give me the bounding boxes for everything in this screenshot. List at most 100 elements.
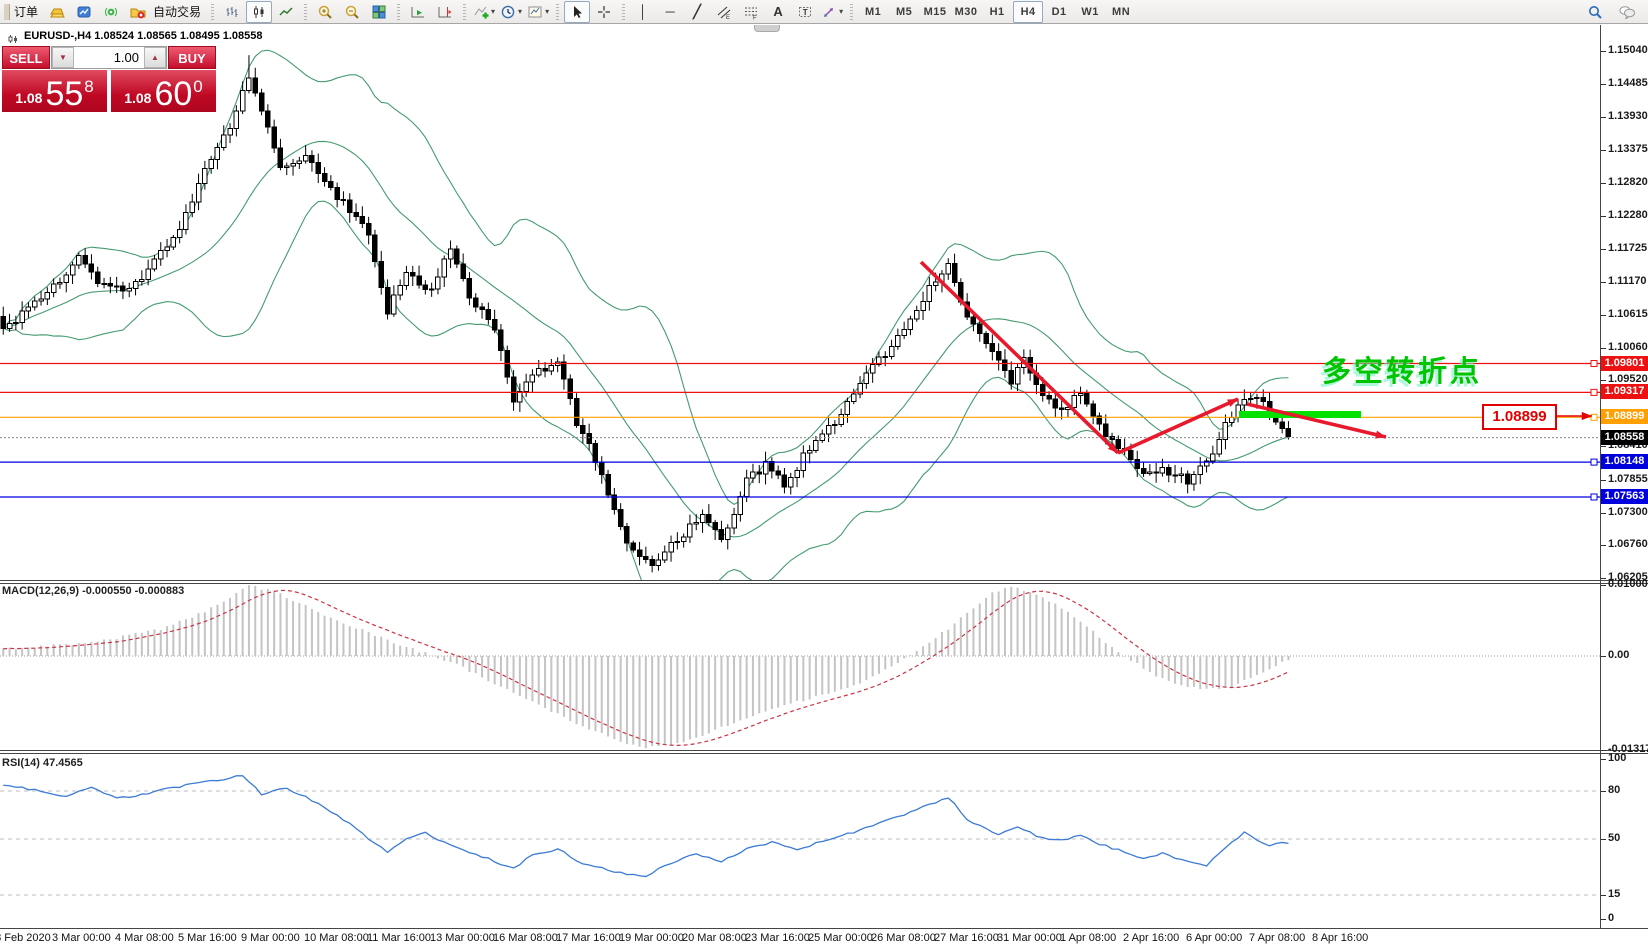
bar-chart-icon[interactable] xyxy=(219,1,245,23)
cursor-icon[interactable] xyxy=(564,1,590,23)
arrows-icon[interactable]: ▾ xyxy=(819,1,845,23)
price-axis-tick xyxy=(1601,348,1606,349)
templates-icon[interactable]: ▾ xyxy=(525,1,551,23)
price-axis-badge: 1.08899 xyxy=(1601,409,1648,424)
timeframe-h4[interactable]: H4 xyxy=(1013,1,1043,23)
price-axis-label: 1.13375 xyxy=(1608,143,1648,155)
fibonacci-icon[interactable]: F xyxy=(738,1,764,23)
zoom-in-icon[interactable] xyxy=(312,1,338,23)
toolbar-grip xyxy=(850,4,853,20)
chat-icon[interactable] xyxy=(1614,1,1640,23)
price-axis-label: 1.12820 xyxy=(1608,176,1648,188)
rsi-axis-label: 0 xyxy=(1608,912,1614,924)
time-axis-label: 27 Mar 16:00 xyxy=(934,932,999,944)
upload-chart-icon[interactable] xyxy=(71,1,97,23)
time-axis-label: 17 Mar 16:00 xyxy=(556,932,621,944)
macd-splitter[interactable] xyxy=(0,580,1648,581)
price-axis-badge: 1.09801 xyxy=(1601,356,1648,371)
price-label-box[interactable]: 1.08899 xyxy=(1482,404,1557,430)
rsi-axis-label: 50 xyxy=(1608,832,1620,844)
panel-collapse-handle[interactable] xyxy=(754,25,780,32)
price-axis-label: 1.12280 xyxy=(1608,209,1648,221)
line-chart-icon[interactable] xyxy=(273,1,299,23)
price-axis-badge: 1.07563 xyxy=(1601,489,1648,504)
time-axis-label: 25 Mar 00:00 xyxy=(808,932,873,944)
timeframe-w1[interactable]: W1 xyxy=(1075,1,1105,23)
timeframe-h1[interactable]: H1 xyxy=(982,1,1012,23)
price-axis-tick xyxy=(1601,117,1606,118)
rsi-axis-tick xyxy=(1601,759,1606,760)
price-axis-line xyxy=(1600,25,1601,928)
volume-input[interactable] xyxy=(74,47,144,68)
price-axis-label: 1.07300 xyxy=(1608,506,1648,518)
price-axis-label: 1.13930 xyxy=(1608,110,1648,122)
time-axis-label: 26 Mar 08:00 xyxy=(871,932,936,944)
price-axis-label: 1.06760 xyxy=(1608,538,1648,550)
text-label-icon[interactable]: T xyxy=(792,1,818,23)
buy-button[interactable]: BUY xyxy=(168,46,216,69)
buy-price-pip: 0 xyxy=(193,77,202,97)
price-axis-tick xyxy=(1601,545,1606,546)
price-axis-tick xyxy=(1601,380,1606,381)
trendline-icon[interactable]: ╱ xyxy=(684,1,710,23)
new-order-label[interactable]: 订单 xyxy=(14,3,38,20)
rsi-splitter[interactable] xyxy=(0,750,1648,751)
turning-point-annotation[interactable]: 多空转折点 xyxy=(1322,348,1482,390)
rsi-splitter-line xyxy=(0,753,1648,754)
time-axis-label: 28 Feb 2020 xyxy=(0,932,51,944)
price-axis-badge: 1.08558 xyxy=(1601,430,1648,445)
periods-icon[interactable]: ▾ xyxy=(498,1,524,23)
timeframe-d1[interactable]: D1 xyxy=(1044,1,1074,23)
autotrade-label[interactable]: 自动交易 xyxy=(153,3,201,20)
timeframe-mn[interactable]: MN xyxy=(1106,1,1136,23)
search-icon[interactable] xyxy=(1582,1,1608,23)
price-axis-tick xyxy=(1601,150,1606,151)
macd-label: MACD(12,26,9) -0.000550 -0.000883 xyxy=(2,585,184,597)
tile-windows-icon[interactable] xyxy=(366,1,392,23)
price-axis-tick xyxy=(1601,513,1606,514)
time-axis-label: 3 Mar 00:00 xyxy=(52,932,111,944)
time-axis-line xyxy=(0,928,1648,929)
timeframe-m30[interactable]: M30 xyxy=(951,1,981,23)
price-axis-label: 1.10615 xyxy=(1608,308,1648,320)
time-axis-label: 8 Apr 16:00 xyxy=(1312,932,1368,944)
chart-shift-icon[interactable] xyxy=(432,1,458,23)
macd-axis-tick xyxy=(1601,656,1606,657)
timeframe-m15[interactable]: M15 xyxy=(920,1,950,23)
horizontal-line-icon[interactable]: ─ xyxy=(657,1,683,23)
buy-price-main: 60 xyxy=(154,78,192,110)
rsi-label: RSI(14) 47.4565 xyxy=(2,757,83,769)
rsi-axis-tick xyxy=(1601,791,1606,792)
buy-price-button[interactable]: 1.08 60 0 xyxy=(111,70,216,112)
price-axis-tick xyxy=(1601,315,1606,316)
price-chart-canvas[interactable] xyxy=(0,25,1600,928)
svg-text:E: E xyxy=(726,15,730,20)
channel-icon[interactable]: E xyxy=(711,1,737,23)
toolbar: 订单 自动交易 xyxy=(0,0,1648,24)
auto-scroll-icon[interactable] xyxy=(405,1,431,23)
chevron-down-icon: ▾ xyxy=(491,7,495,16)
gold-bar-icon[interactable] xyxy=(44,1,70,23)
sell-button[interactable]: SELL xyxy=(2,46,50,69)
vertical-line-icon[interactable]: │ xyxy=(630,1,656,23)
autotrade-icon[interactable] xyxy=(125,1,151,23)
timeframe-m1[interactable]: M1 xyxy=(858,1,888,23)
volume-decrease-button[interactable]: ▼ xyxy=(52,47,74,68)
sell-price-button[interactable]: 1.08 55 8 xyxy=(2,70,107,112)
signals-icon[interactable] xyxy=(98,1,124,23)
crosshair-icon[interactable] xyxy=(591,1,617,23)
rsi-axis-label: 15 xyxy=(1608,888,1620,900)
price-axis-tick xyxy=(1601,480,1606,481)
timeframe-m5[interactable]: M5 xyxy=(889,1,919,23)
candlestick-chart-icon[interactable] xyxy=(246,1,272,23)
price-axis-label: 1.11170 xyxy=(1608,275,1647,287)
price-axis-badge: 1.08148 xyxy=(1601,454,1648,469)
zoom-out-icon[interactable] xyxy=(339,1,365,23)
volume-increase-button[interactable]: ▲ xyxy=(144,47,166,68)
price-axis-label: 1.15040 xyxy=(1608,44,1648,56)
buy-price-prefix: 1.08 xyxy=(124,90,151,110)
indicators-icon[interactable]: ▾ xyxy=(471,1,497,23)
text-icon[interactable]: A xyxy=(765,1,791,23)
chevron-down-icon: ▾ xyxy=(545,7,549,16)
sell-price-pip: 8 xyxy=(84,77,93,97)
